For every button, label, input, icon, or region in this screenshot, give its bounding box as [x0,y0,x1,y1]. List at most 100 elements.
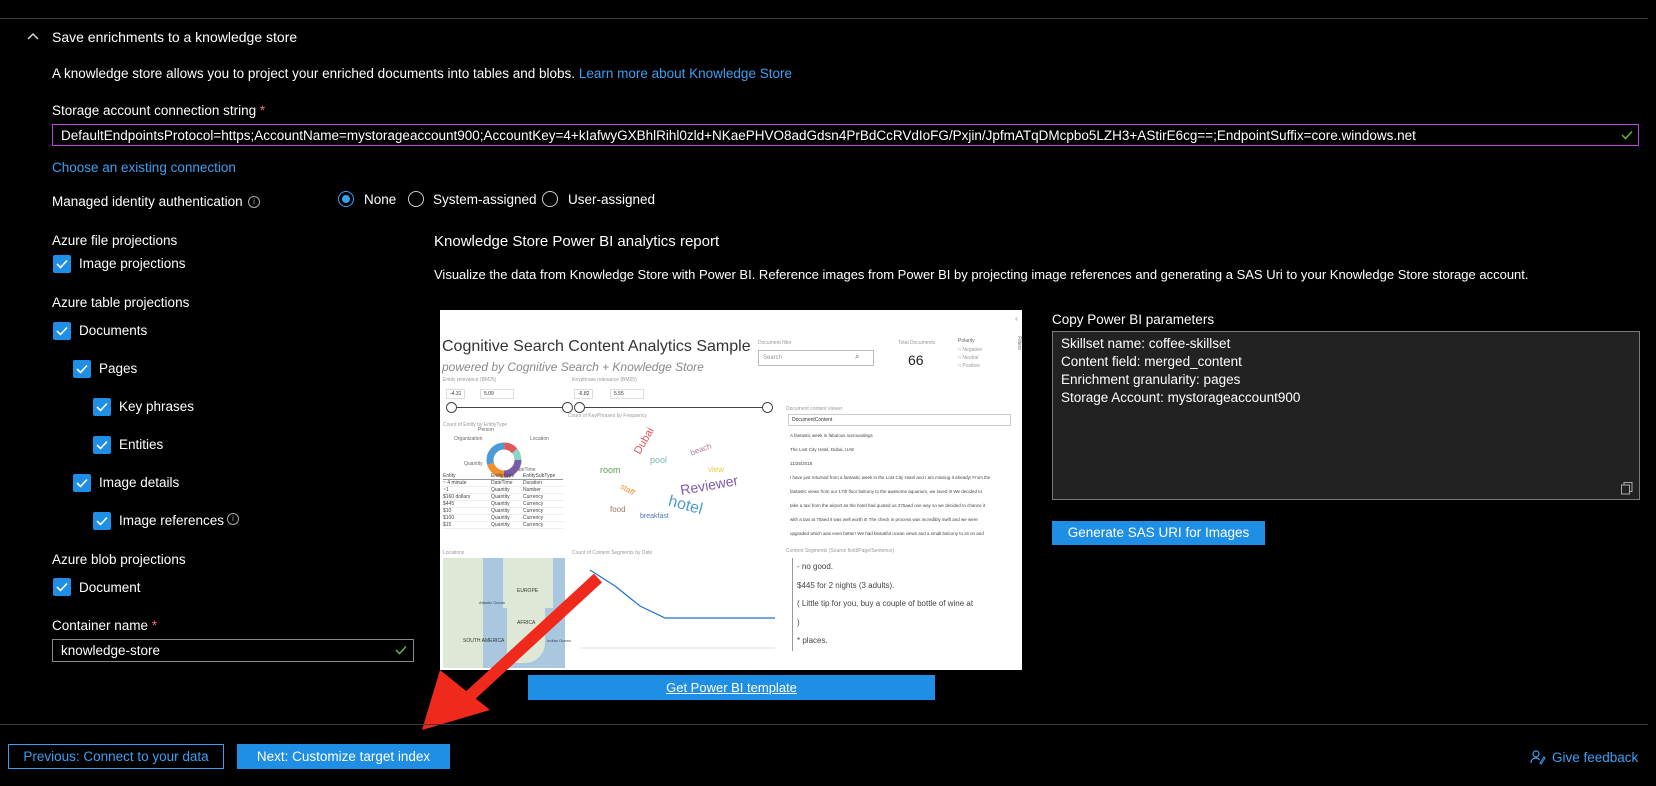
list-item: ) [792,613,1007,632]
give-feedback-link[interactable]: Give feedback [1552,750,1638,765]
viewer-content: A fantastic week in fabulous surrounding… [790,429,1006,541]
powerbi-params-textarea[interactable]: Skillset name: coffee-skillset Content f… [1052,331,1640,500]
viewer-line: upgraded which was even better! We had b… [790,531,984,536]
storage-label: Storage account connection string * [52,103,266,118]
entity-table-body: ~ 4 minute DateTime Duration ~1 Quantity Numb… [443,480,563,529]
viewer-label: Document content viewer [786,406,843,412]
list-item: - no good. [792,558,1007,577]
donut-label-quantity: Quantity [464,461,483,467]
polarity-negative: Negative [962,347,983,353]
pages-label: Pages [99,361,138,376]
report-title: Cognitive Search Content Analytics Sampl… [442,338,751,355]
generate-sas-uri-button[interactable]: Generate SAS URI for Images [1052,521,1265,545]
table-cell: Currency [523,494,544,500]
viewer-line: 11/25/2018 [790,461,813,466]
radio-system-assigned[interactable] [408,191,424,207]
table-cell: Currency [523,515,544,521]
keyphrase-range-max: 5.55 [610,389,644,399]
documents-checkbox[interactable] [53,322,71,340]
entity-slider-handle-max [562,402,573,413]
entitytype-col-header: EntityType [491,473,515,479]
powerbi-title: Knowledge Store Power BI analytics repor… [434,233,720,250]
feedback-icon[interactable] [1530,749,1546,765]
total-documents-value: 66 [908,352,924,368]
identity-label: Managed identity authentication [52,194,243,209]
table-row: ~1 Quantity Number [443,487,563,494]
polarity-options: □ Negative □ Neutral □ Positive [958,347,983,369]
list-item: $445 for 2 nights (3 adults). [792,576,1007,595]
table-row: ~ 4 minute DateTime Duration [443,480,563,487]
learn-more-link[interactable]: Learn more about Knowledge Store [579,66,792,81]
word-cloud: Reviewer hotel Dubai room staff pool bea… [590,425,770,533]
container-valid-check-icon [394,643,408,660]
section-title[interactable]: Save enrichments to a knowledge store [52,29,297,45]
table-cell: Duration [523,480,542,486]
report-search-icon: ⌕ [855,352,860,361]
info-icon[interactable]: i [248,196,260,208]
entity-relevance-label: Entity relevance (BM25) [443,377,497,383]
container-label-text: Container name [52,618,149,633]
choose-existing-connection-link[interactable]: Choose an existing connection [52,160,236,175]
word-hotel: hotel [666,492,705,519]
image-projections-checkbox[interactable] [53,255,71,273]
container-name-input[interactable]: knowledge-store [52,639,414,662]
donut-label-location: Location [530,436,549,442]
param-skillset: Skillset name: coffee-skillset [1061,336,1231,351]
table-row: $10 Quantity Currency [443,508,563,515]
viewer-line: I have just returned from a fantastic we… [790,475,991,480]
next-button[interactable]: Next: Customize target index [237,744,450,769]
param-storage-account: Storage Account: mystorageaccount900 [1061,390,1301,405]
word-pool: pool [650,455,668,465]
pages-checkbox[interactable] [73,360,91,378]
table-cell: $15 [443,522,452,528]
image-references-label: Image references [119,513,225,528]
params-label: Copy Power BI parameters [1052,312,1215,327]
entity-slider-handle-min [446,402,457,413]
storage-connection-string-input[interactable]: DefaultEndpointsProtocol=https;AccountNa… [52,124,1639,146]
table-row: $15 Quantity Currency [443,522,563,529]
viewer-line: with a taxi at 70aed it was well worth i… [790,517,978,522]
table-cell: $160 dollars [443,494,471,500]
radio-none[interactable] [338,191,354,207]
table-row: $160 dollars Quantity Currency [443,494,563,501]
previous-button[interactable]: Previous: Connect to your data [8,744,224,769]
image-references-checkbox[interactable] [93,512,111,530]
radio-none-label: None [364,192,397,207]
table-cell: DateTime [491,480,513,486]
section-description-text: A knowledge store allows you to project … [52,66,576,81]
image-details-label: Image details [99,475,180,490]
document-blob-checkbox[interactable] [53,578,71,596]
chevron-up-icon[interactable] [26,29,40,43]
radio-user-assigned[interactable] [542,191,558,207]
viewer-header: DocumentContent [788,414,1011,426]
powerbi-description: Visualize the data from Knowledge Store … [434,267,1529,282]
top-divider [0,18,1648,19]
table-row: $445 Quantity Currency [443,501,563,508]
table-cell: Quantity [491,515,510,521]
keyphrase-count-label: Count of KeyPhrases by Frequency [568,413,647,419]
copy-icon[interactable] [1620,481,1634,495]
content-segments-label: Content Segments (Source field/Page/Sent… [786,548,895,554]
param-granularity: Enrichment granularity: pages [1061,372,1241,387]
annotation-arrow-icon [422,573,603,730]
entities-label: Entities [119,437,164,452]
viewer-line: take a taxi from the airport as the hote… [790,503,986,508]
keyphrase-range-min: -6.82 [574,389,594,399]
donut-label-organization: Organization [454,436,483,442]
key-phrases-checkbox[interactable] [93,398,111,416]
image-references-info-icon[interactable]: i [227,513,239,525]
collapse-icon: ‹ [1015,314,1018,323]
word-staff: staff [618,481,637,498]
segments-chart-label: Count of Content Segments by Date [572,550,653,556]
content-segments-list: - no good. $445 for 2 nights (3 adults).(… [792,558,1007,651]
table-cell: Quantity [491,487,510,493]
image-details-checkbox[interactable] [73,474,91,492]
locations-label: Locations [443,550,465,556]
donut-label-person: Person [478,427,494,433]
report-subtitle: powered by Cognitive Search + Knowledge … [442,360,704,374]
container-label: Container name * [52,618,158,633]
file-projections-heading: Azure file projections [52,233,178,248]
viewer-line: A fantastic week in fabulous surrounding… [790,433,873,438]
table-projections-heading: Azure table projections [52,295,190,310]
entities-checkbox[interactable] [93,436,111,454]
